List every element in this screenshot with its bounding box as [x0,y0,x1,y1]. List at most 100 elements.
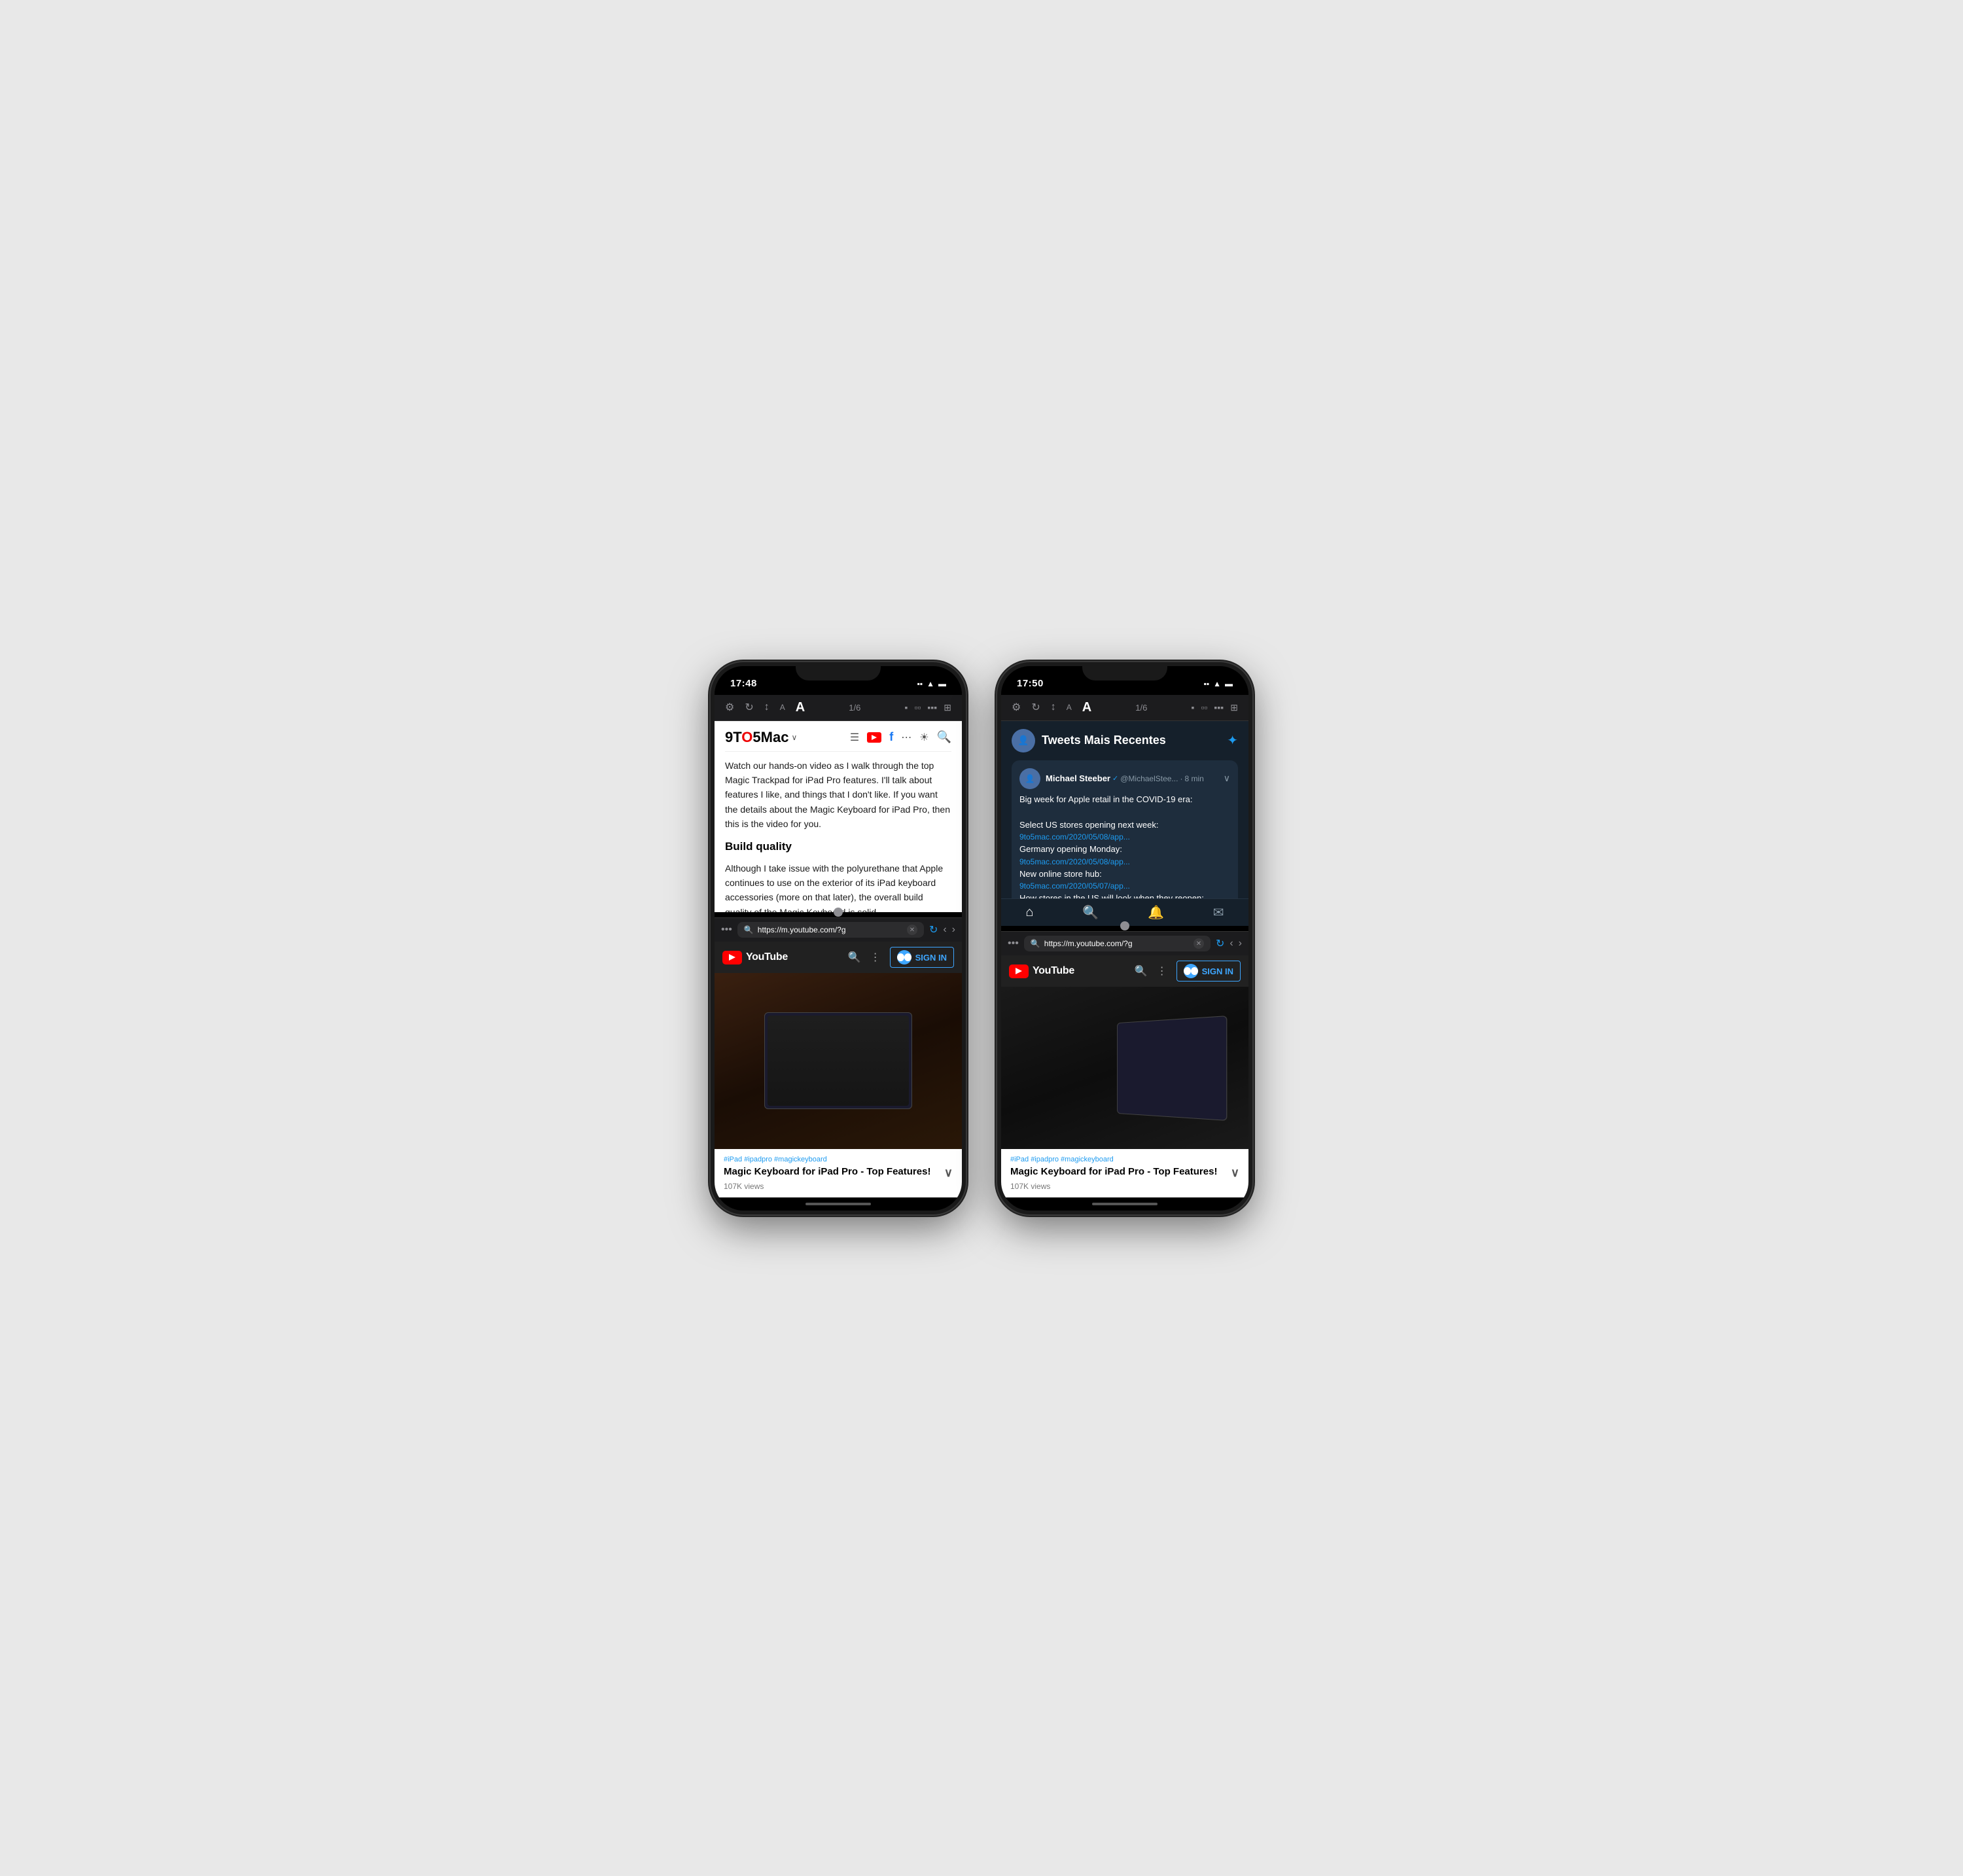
wifi-icon-left: ▲ [927,679,934,688]
settings-icon-right[interactable]: ⚙ [1012,701,1021,714]
reader-left-icons: ⚙ ↻ ↕ A A [725,700,805,715]
facebook-icon[interactable]: f [889,730,893,744]
yt-more-icon-left[interactable]: ⋮ [870,951,881,964]
twitter-notifications-icon[interactable]: 🔔 [1148,904,1164,921]
phone-inner-left: 17:48 ▪▪ ▲ ▬ ⚙ ↻ ↕ A A 1/6 ▪ [715,666,962,1211]
layout-single-icon[interactable]: ▪ [904,702,908,713]
layout-icons-right: ▪ ▫▫ ▪▪▪ ⊞ [1191,702,1238,713]
back-icon-left[interactable]: ‹ [943,924,946,936]
arrows-icon-right[interactable]: ↕ [1051,701,1056,713]
search-icon-left[interactable]: 🔍 [937,730,951,744]
forward-icon-right[interactable]: › [1239,938,1242,949]
yt-search-icon-left[interactable]: 🔍 [848,951,861,964]
browser-clear-left[interactable]: ✕ [907,925,917,935]
yt-more-icon-right[interactable]: ⋮ [1157,965,1167,978]
page-indicator-right: 1/6 [1135,703,1147,713]
browser-dots-right[interactable]: ••• [1008,938,1019,949]
hamburger-icon[interactable]: ☰ [850,731,859,744]
tweet-author-name: Michael Steeber [1046,773,1110,783]
font-large-icon-right[interactable]: A [1082,700,1091,715]
video-expand-left[interactable]: ∨ [944,1166,953,1180]
tweet-intro-line: Big week for Apple retail in the COVID-1… [1019,793,1230,806]
layout-double-right[interactable]: ▫▫ [1201,702,1207,713]
font-large-icon[interactable]: A [796,700,805,715]
browser-bar-left[interactable]: ••• 🔍 https://m.youtube.com/?g ✕ ↻ ‹ › [715,917,962,942]
browser-clear-right[interactable]: ✕ [1194,938,1204,949]
forward-icon-left[interactable]: › [952,924,955,936]
refresh-icon[interactable]: ↻ [745,701,753,714]
drag-handle-left[interactable] [834,908,843,917]
home-indicator-right [1001,1197,1248,1211]
user-avatar-right: 👤 [1012,729,1035,752]
video-expand-right[interactable]: ∨ [1231,1166,1239,1180]
yt-text-left: YouTube [746,951,788,963]
tweet-card-right: 👤 Michael Steeber ✓ @MichaelStee... · 8 … [1012,760,1238,899]
tweet-expand-icon[interactable]: ∨ [1224,773,1230,784]
drag-handle-right[interactable] [1120,921,1129,930]
tweet-time-value: 8 min [1184,774,1203,783]
settings-icon[interactable]: ⚙ [725,701,734,714]
verified-badge: ✓ [1112,774,1118,783]
signal-icon-right: ▪▪ [1204,679,1210,688]
font-small-icon-right[interactable]: A [1067,703,1072,712]
layout-triple-right[interactable]: ▪▪▪ [1214,702,1224,713]
home-bar-right [1092,1203,1158,1205]
tweet-line1: Select US stores opening next week: [1019,819,1230,832]
twitter-content-right: 👤 Tweets Mais Recentes ✦ 👤 [1001,721,1248,899]
font-small-icon[interactable]: A [780,703,785,712]
yt-sign-in-right[interactable]: SIGN IN [1176,961,1241,982]
yt-sign-in-left[interactable]: SIGN IN [890,947,954,968]
video-tags-left: #iPad #ipadpro #magickeyboard [724,1156,953,1163]
video-thumb-right [1001,987,1248,1149]
reload-icon-right[interactable]: ↻ [1216,937,1224,950]
reload-icon-left[interactable]: ↻ [929,923,938,936]
browser-bar-right[interactable]: ••• 🔍 https://m.youtube.com/?g ✕ ↻ ‹ › [1001,931,1248,955]
yt-search-icon-right[interactable]: 🔍 [1135,965,1148,978]
twitter-search-icon[interactable]: 🔍 [1082,904,1099,921]
reader-toolbar-right: ⚙ ↻ ↕ A A 1/6 ▪ ▫▫ ▪▪▪ ⊞ [1001,695,1248,721]
yt-sign-in-text-left[interactable]: SIGN IN [915,953,947,963]
site-header-icons-left: ☰ f ⋯ ☀ 🔍 [850,730,951,744]
browser-url-right[interactable]: https://m.youtube.com/?g [1044,939,1190,948]
yt-bar-icons-right: 🔍 ⋮ SIGN IN [1135,961,1241,982]
video-title-right: Magic Keyboard for iPad Pro - Top Featur… [1010,1166,1239,1180]
article-text-left: Watch our hands-on video as I walk throu… [725,758,951,913]
refresh-icon-right[interactable]: ↻ [1031,701,1040,714]
brightness-icon[interactable]: ☀ [919,731,928,744]
video-image-left [715,973,962,1149]
yt-sign-in-text-right[interactable]: SIGN IN [1202,966,1233,976]
youtube-small-icon[interactable] [867,732,881,743]
home-bar-left [805,1203,871,1205]
layout-quad-icon[interactable]: ⊞ [944,702,951,713]
browser-url-left[interactable]: https://m.youtube.com/?g [758,925,903,934]
url-search-icon-right: 🔍 [1031,939,1040,948]
tweet-body: Big week for Apple retail in the COVID-1… [1019,793,1230,899]
tweet-line4: How stores in the US will look when they… [1019,892,1230,898]
video-info-left: #iPad #ipadpro #magickeyboard Magic Keyb… [715,1149,962,1197]
twitter-home-icon[interactable]: ⌂ [1025,905,1033,920]
layout-icons-left: ▪ ▫▫ ▪▪▪ ⊞ [904,702,951,713]
tweet-handle: @MichaelStee... [1120,774,1178,783]
time-right: 17:50 [1017,678,1044,689]
phones-container: 17:48 ▪▪ ▲ ▬ ⚙ ↻ ↕ A A 1/6 ▪ [711,662,1252,1214]
video-views-right: 107K views [1010,1182,1239,1191]
tweet-line2: Germany opening Monday: [1019,843,1230,856]
arrows-icon[interactable]: ↕ [764,701,769,713]
browser-controls-left: ↻ ‹ › [929,923,955,936]
browser-url-bar-left[interactable]: 🔍 https://m.youtube.com/?g ✕ [737,922,924,938]
tweet-link1[interactable]: 9to5mac.com/2020/05/08/app... [1019,831,1230,843]
twitter-messages-icon[interactable]: ✉ [1213,904,1224,921]
layout-triple-icon[interactable]: ▪▪▪ [927,702,937,713]
back-icon-right[interactable]: ‹ [1229,938,1233,949]
layout-double-icon[interactable]: ▫▫ [914,702,921,713]
layout-single-right[interactable]: ▪ [1191,702,1194,713]
tweet-author-details: Michael Steeber ✓ @MichaelStee... · 8 mi… [1046,773,1204,783]
more-icon[interactable]: ⋯ [901,731,911,744]
tweet-link2[interactable]: 9to5mac.com/2020/05/08/app... [1019,856,1230,868]
layout-quad-right[interactable]: ⊞ [1230,702,1238,713]
site-name-dropdown[interactable]: ∨ [791,733,797,742]
browser-url-bar-right[interactable]: 🔍 https://m.youtube.com/?g ✕ [1024,936,1211,951]
tweet-link3[interactable]: 9to5mac.com/2020/05/07/app... [1019,880,1230,892]
sparkle-icon-right[interactable]: ✦ [1227,732,1238,749]
browser-dots-left[interactable]: ••• [721,924,732,936]
